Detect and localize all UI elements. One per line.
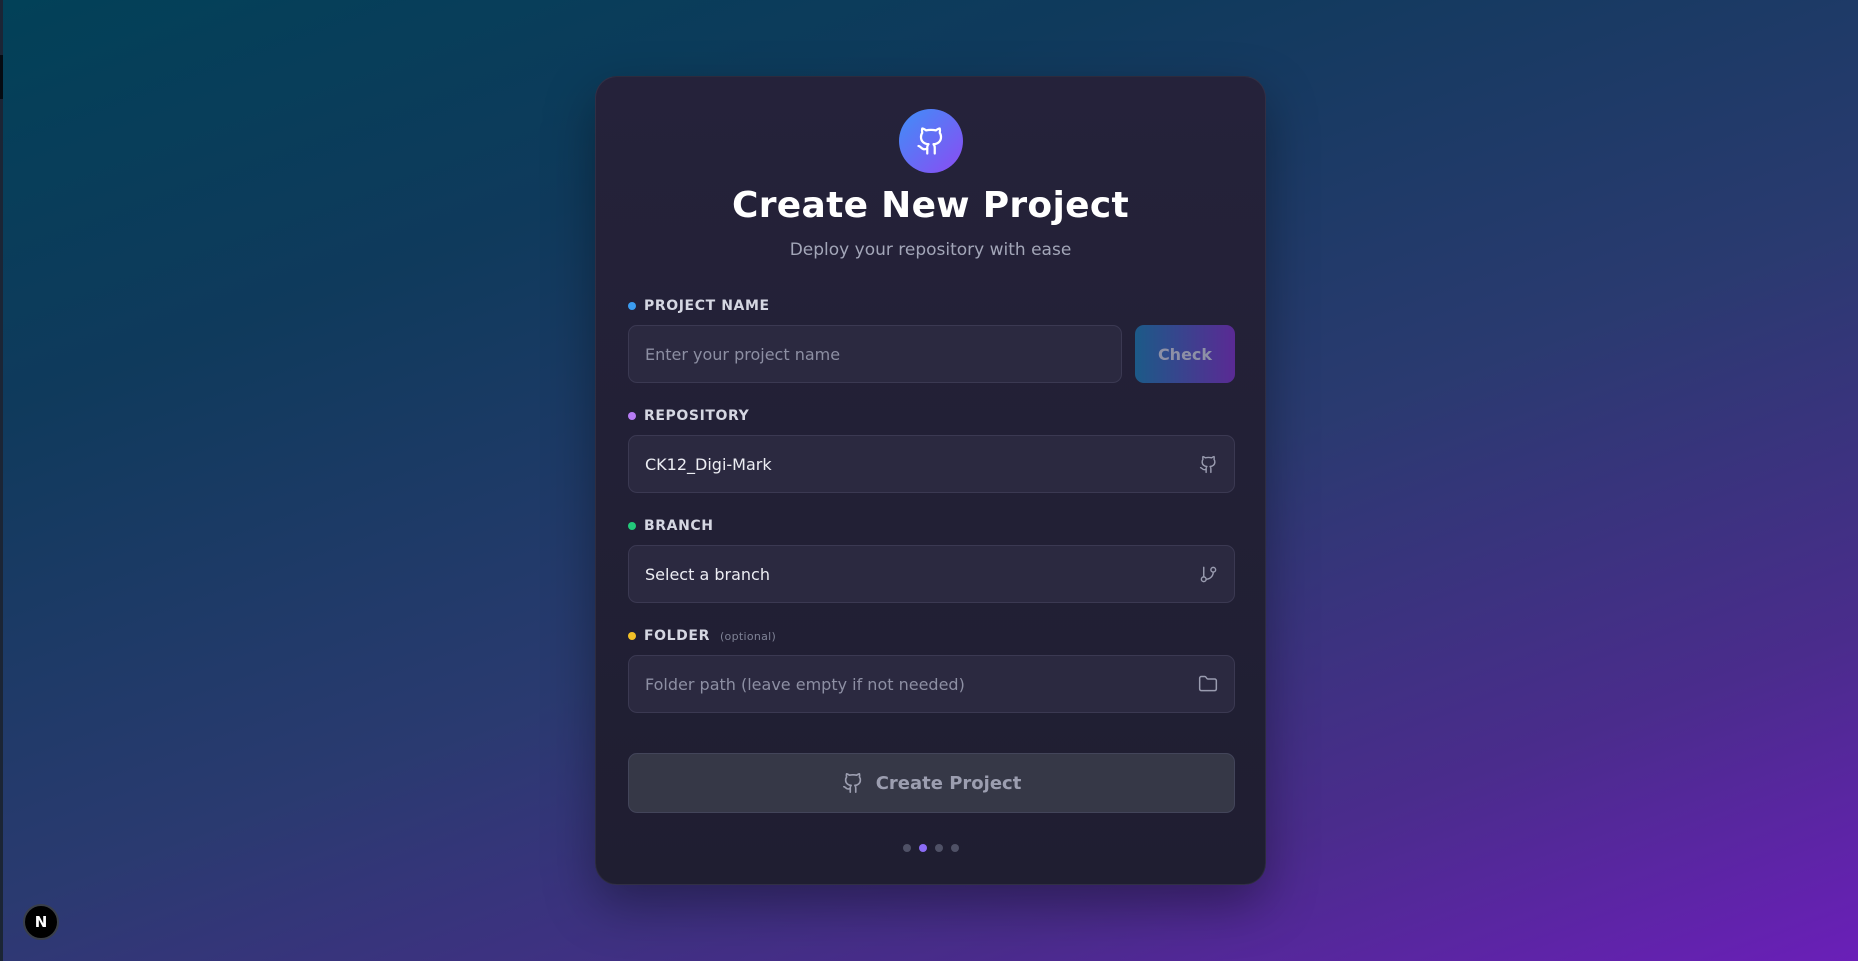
check-button[interactable]: Check xyxy=(1135,325,1235,383)
project-name-dot xyxy=(628,302,636,310)
repository-value: CK12_Digi-Mark xyxy=(645,454,772,474)
folder-dot xyxy=(628,632,636,640)
github-icon xyxy=(842,772,864,794)
folder-label: FOLDER (optional) xyxy=(628,628,776,644)
repository-select[interactable]: CK12_Digi-Mark xyxy=(628,435,1235,493)
folder-icon xyxy=(1198,674,1218,694)
step-dot[interactable] xyxy=(934,844,943,852)
project-name-label: PROJECT NAME xyxy=(628,298,770,314)
step-dot[interactable] xyxy=(902,844,911,852)
github-icon xyxy=(916,126,946,156)
create-project-label: Create Project xyxy=(875,772,1022,794)
edge-marker xyxy=(0,55,3,99)
branch-label-text: BRANCH xyxy=(644,518,714,534)
nextjs-dev-badge[interactable]: N xyxy=(23,904,59,940)
create-project-button[interactable]: Create Project xyxy=(628,753,1235,813)
repository-label: REPOSITORY xyxy=(628,408,749,424)
step-dot-active[interactable] xyxy=(918,844,927,852)
branch-dot xyxy=(628,522,636,530)
github-icon xyxy=(1199,455,1218,474)
folder-optional-note: (optional) xyxy=(719,629,777,643)
project-name-label-text: PROJECT NAME xyxy=(644,298,770,314)
git-branch-icon xyxy=(1199,565,1218,584)
page-subtitle: Deploy your repository with ease xyxy=(789,240,1072,260)
page-title: Create New Project xyxy=(732,185,1129,226)
step-dot[interactable] xyxy=(950,844,959,852)
branch-value: Select a branch xyxy=(645,564,770,584)
repository-dot xyxy=(628,412,636,420)
nextjs-badge-label: N xyxy=(34,913,48,931)
step-indicator xyxy=(596,844,1265,852)
project-name-input[interactable]: Enter your project name xyxy=(628,325,1122,383)
folder-placeholder: Folder path (leave empty if not needed) xyxy=(645,674,965,694)
branch-select[interactable]: Select a branch xyxy=(628,545,1235,603)
folder-input[interactable]: Folder path (leave empty if not needed) xyxy=(628,655,1235,713)
repository-label-text: REPOSITORY xyxy=(644,408,750,424)
create-project-card: Create New Project Deploy your repositor… xyxy=(595,76,1266,885)
project-name-placeholder: Enter your project name xyxy=(645,344,841,364)
window-left-edge xyxy=(0,0,3,961)
github-logo-badge xyxy=(899,109,963,173)
folder-label-text: FOLDER xyxy=(644,628,710,644)
branch-label: BRANCH xyxy=(628,518,714,534)
